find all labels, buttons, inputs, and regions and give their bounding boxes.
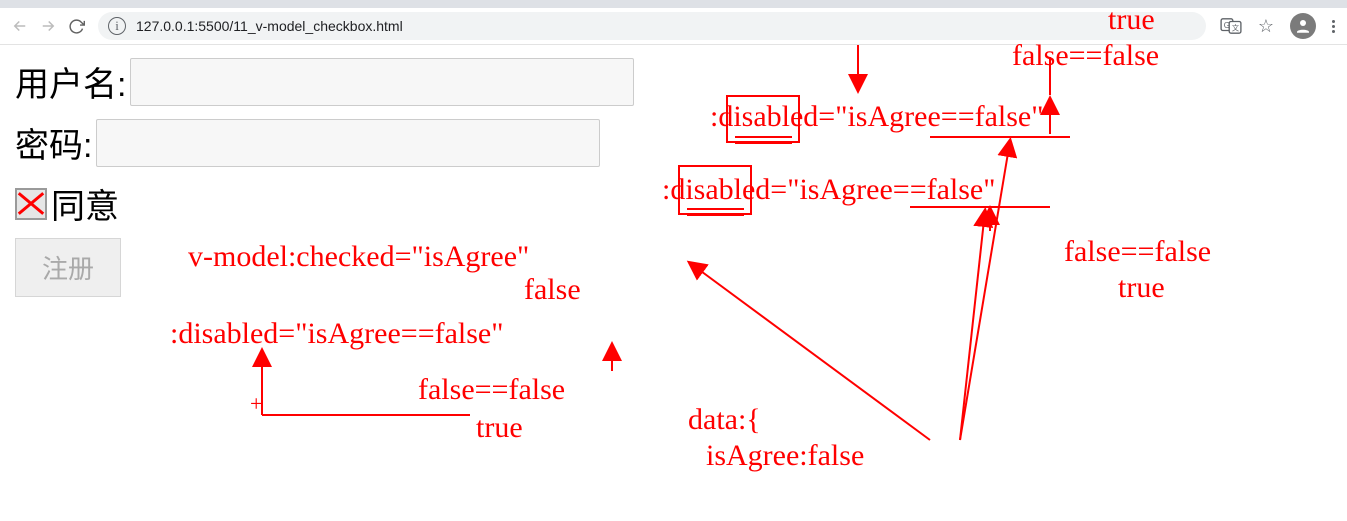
register-button[interactable]: 注册 bbox=[15, 238, 121, 297]
forward-button[interactable] bbox=[34, 12, 62, 40]
anno-true-3: true bbox=[476, 411, 523, 445]
browser-toolbar: i 127.0.0.1:5500/11_v-model_checkbox.htm… bbox=[0, 8, 1347, 45]
anno-true-2: true bbox=[1118, 271, 1165, 305]
svg-text:文: 文 bbox=[1232, 24, 1239, 33]
annotation-arrows bbox=[0, 45, 1347, 521]
bookmark-star-icon[interactable]: ☆ bbox=[1258, 16, 1274, 37]
anno-plus: + bbox=[250, 391, 262, 417]
username-input[interactable] bbox=[130, 58, 634, 106]
anno-false-eq-3: false==false bbox=[418, 373, 565, 407]
back-button[interactable] bbox=[6, 12, 34, 40]
url-text: 127.0.0.1:5500/11_v-model_checkbox.html bbox=[136, 18, 403, 34]
anno-data1: data:{ bbox=[688, 403, 761, 437]
agree-checkbox[interactable] bbox=[15, 188, 47, 220]
anno-data2: isAgree:false bbox=[706, 439, 864, 473]
agree-label: 同意 bbox=[51, 179, 119, 228]
anno-vmodel-false: false bbox=[524, 273, 581, 307]
tab-strip bbox=[0, 0, 1347, 8]
translate-icon[interactable]: G文 bbox=[1220, 17, 1242, 35]
svg-text:G: G bbox=[1224, 21, 1230, 30]
site-info-icon[interactable]: i bbox=[108, 17, 126, 35]
username-label: 用户名: bbox=[15, 57, 126, 106]
password-label: 密码: bbox=[15, 118, 92, 167]
url-bar[interactable]: i 127.0.0.1:5500/11_v-model_checkbox.htm… bbox=[98, 12, 1206, 40]
password-input[interactable] bbox=[96, 119, 600, 167]
chrome-menu-icon[interactable] bbox=[1332, 18, 1335, 35]
anno-vmodel: v-model:checked="isAgree" bbox=[188, 240, 529, 274]
page-content: 用户名: 密码: 同意 注册 true false==false :disabl… bbox=[0, 45, 1347, 309]
profile-avatar-icon[interactable] bbox=[1290, 13, 1316, 39]
anno-false-eq-2: false==false bbox=[1064, 235, 1211, 269]
reload-button[interactable] bbox=[62, 12, 90, 40]
anno-code-3: :disabled="isAgree==false" bbox=[170, 317, 504, 351]
